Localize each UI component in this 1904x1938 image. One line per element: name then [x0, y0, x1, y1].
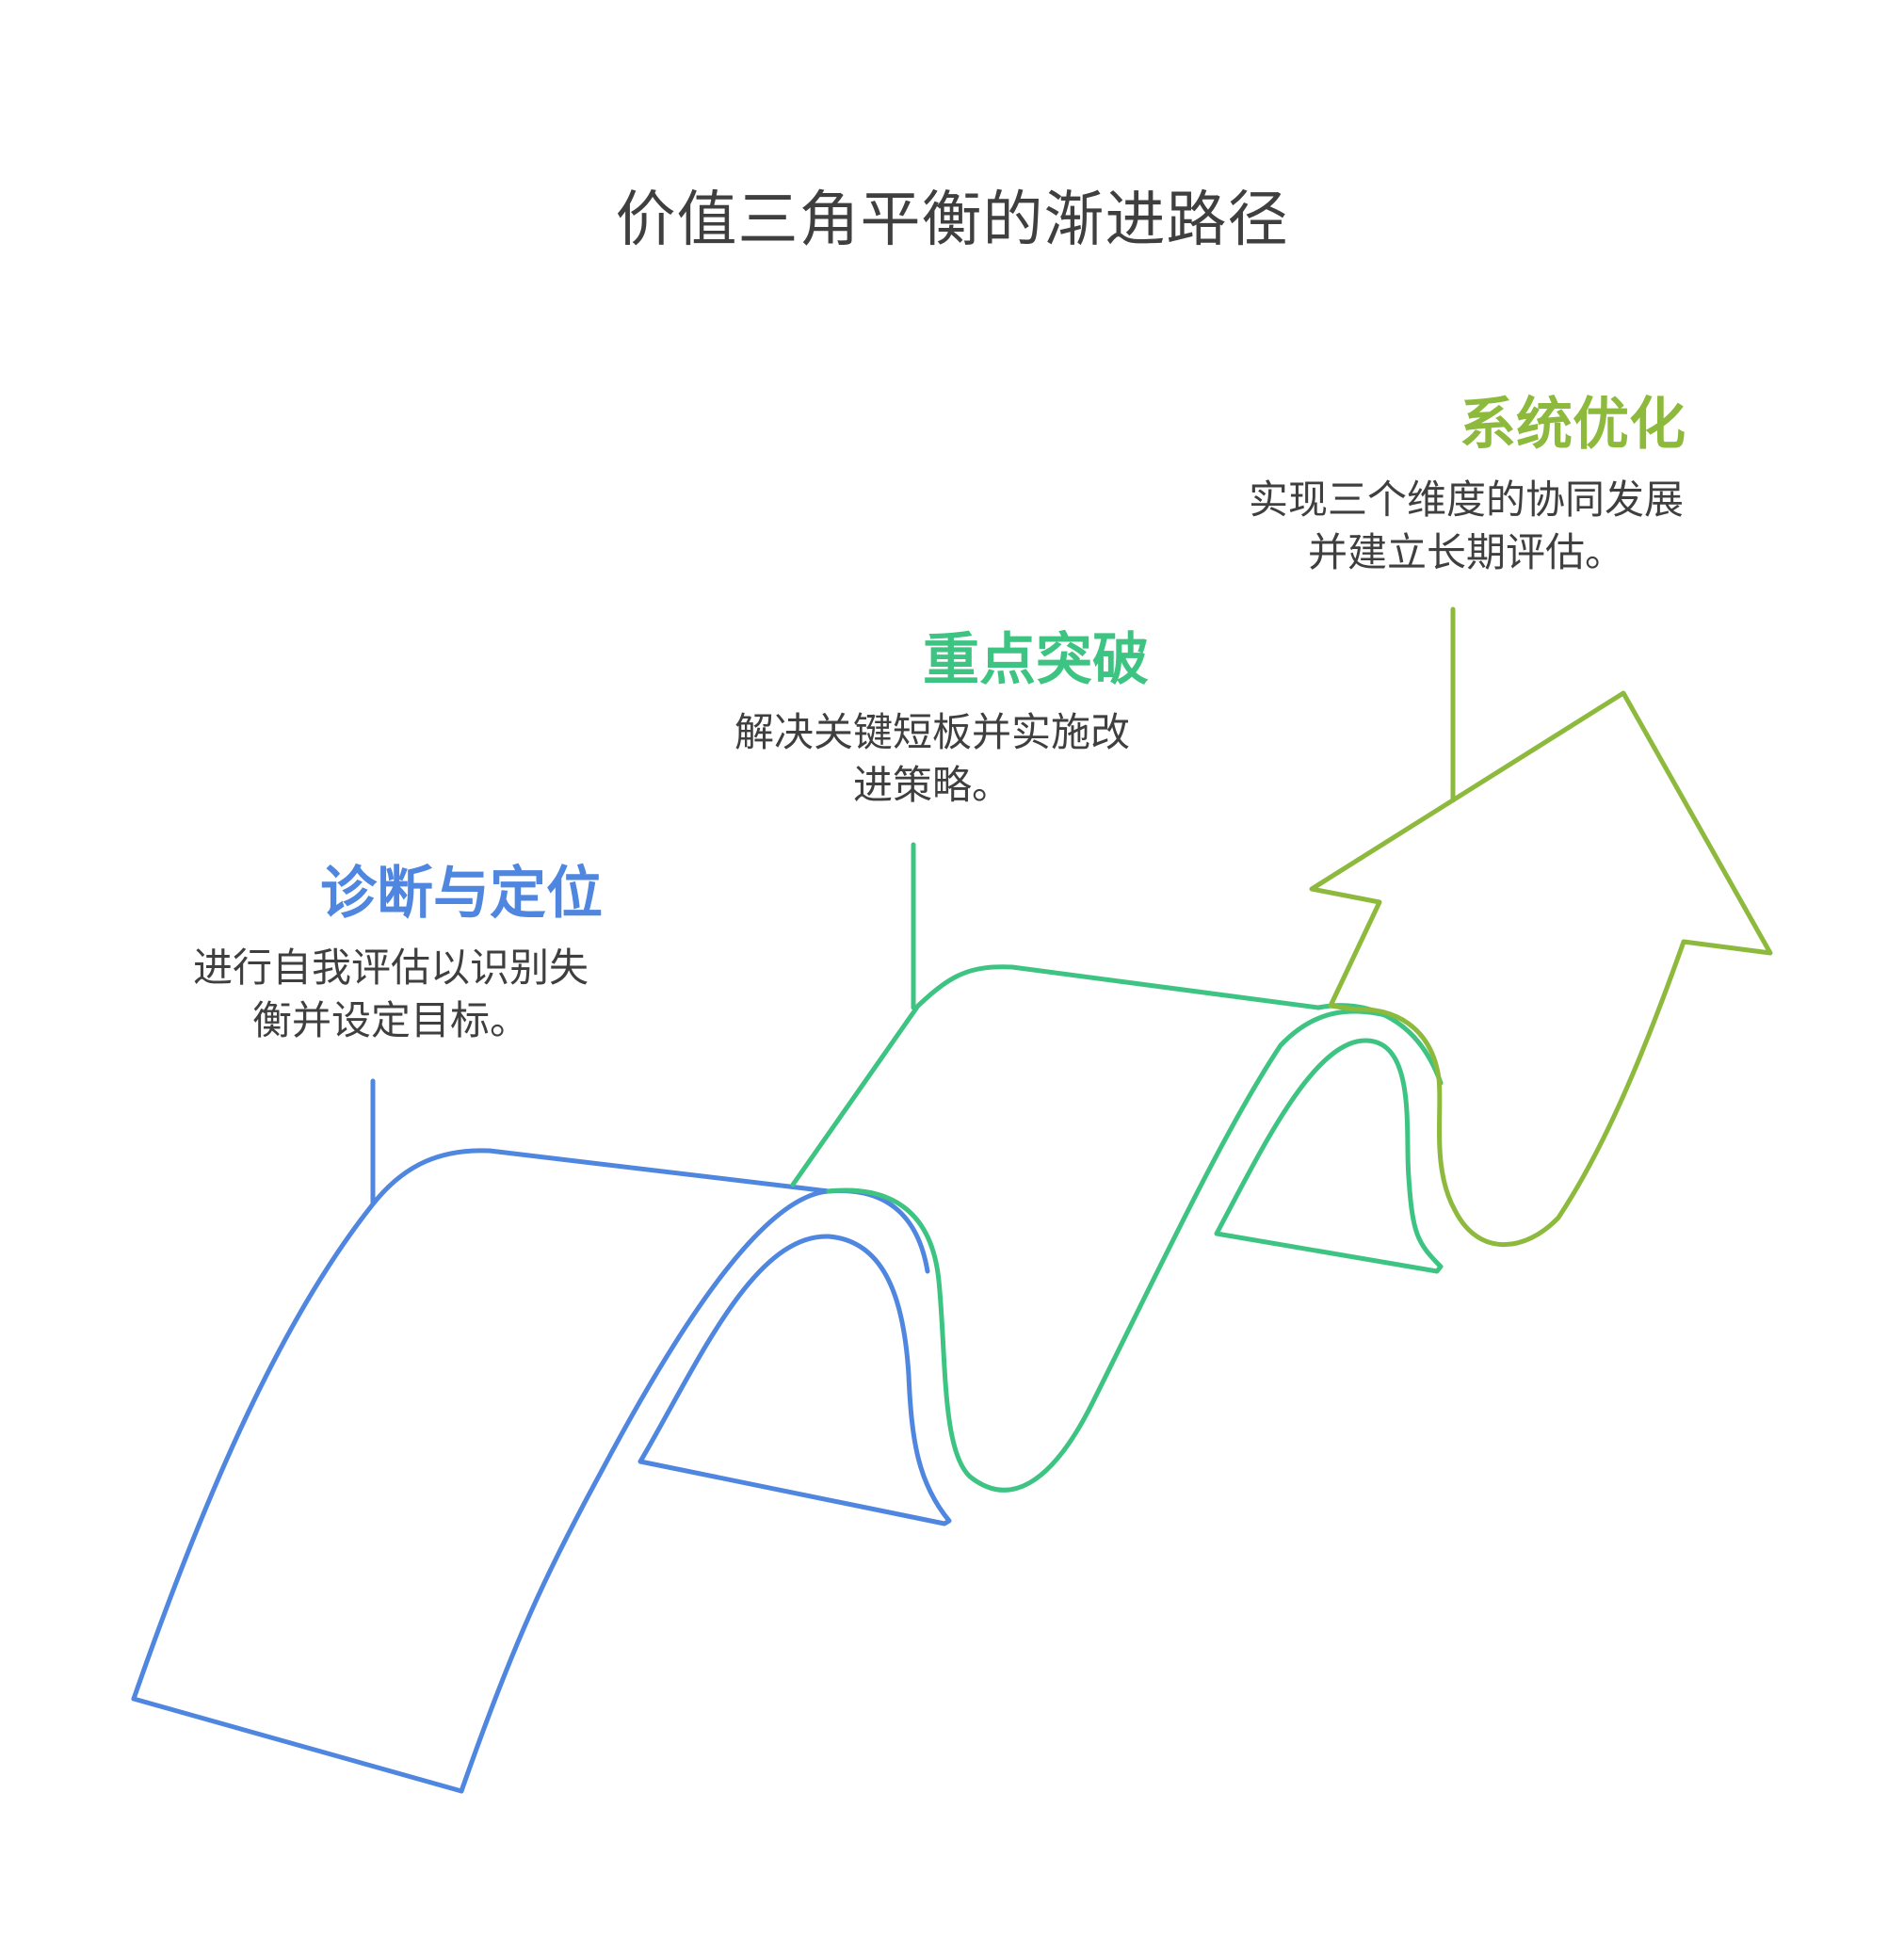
progress-ribbon-diagram	[131, 606, 1773, 1794]
blue-ribbon-segment	[131, 1078, 952, 1794]
lime-arrow-segment	[1309, 606, 1773, 1248]
green-ribbon-segment	[790, 842, 1444, 1493]
